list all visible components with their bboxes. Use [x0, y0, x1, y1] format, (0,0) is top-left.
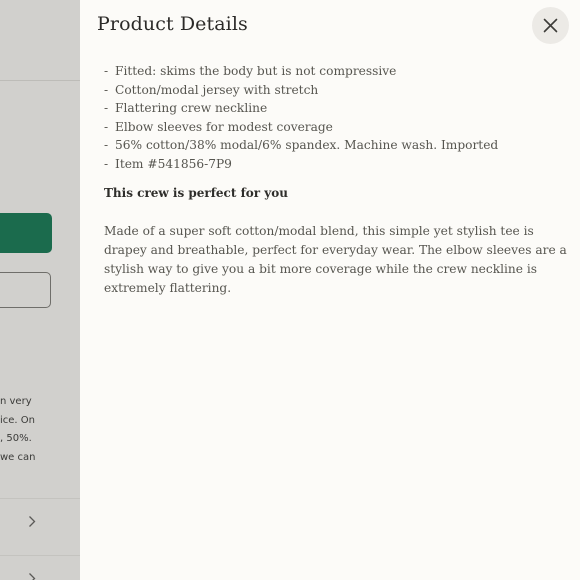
- fit-callout-heading: This crew is perfect for you: [104, 186, 288, 200]
- product-description: Made of a super soft cotton/modal blend,…: [104, 224, 567, 295]
- background-divider: [0, 80, 80, 81]
- background-text-line: ice. On: [0, 414, 35, 426]
- background-divider: [0, 498, 80, 499]
- close-button[interactable]: [532, 7, 569, 44]
- background-page: n very ice. On , 50%. we can: [0, 0, 80, 580]
- feature-text: Item #541856-7P9: [115, 156, 232, 171]
- background-text-line: , 50%.: [0, 433, 32, 444]
- feature-text: Fitted: skims the body but is not compre…: [115, 64, 397, 78]
- close-icon: [543, 18, 558, 33]
- feature-item: - Elbow sleeves for modest coverage: [104, 119, 333, 134]
- background-text-line: n very: [0, 396, 32, 407]
- background-description-text: n very ice. On , 50%. we can: [0, 393, 60, 467]
- feature-list: - Fitted: skims the body but is not compr…: [104, 62, 498, 173]
- feature-text: Elbow sleeves for modest coverage: [115, 119, 333, 134]
- feature-item: -56% cotton/38% modal/6% spandex. Machin…: [104, 138, 499, 152]
- background-divider: [0, 555, 80, 556]
- product-details-drawer: Product Details - Fitted: skims the body …: [80, 0, 580, 580]
- feature-text: Cotton/modal jersey with stretch: [115, 82, 319, 97]
- feature-item: - Item #541856-7P9: [104, 156, 232, 171]
- feature-item: - Fitted: skims the body but is not compr…: [104, 64, 397, 78]
- background-text-line: we can: [0, 451, 36, 463]
- background-add-to-bag-button: [0, 213, 52, 253]
- feature-item: - Cotton/modal jersey with stretch: [104, 82, 319, 97]
- chevron-right-icon: [28, 572, 36, 580]
- chevron-right-icon: [28, 515, 36, 532]
- background-secondary-button: [0, 272, 51, 308]
- feature-text: 56% cotton/38% modal/6% spandex. Machine…: [115, 138, 499, 152]
- drawer-title: Product Details: [97, 13, 248, 35]
- feature-text: Flattering crew neckline: [115, 101, 268, 115]
- feature-item: - Flattering crew neckline: [104, 101, 268, 115]
